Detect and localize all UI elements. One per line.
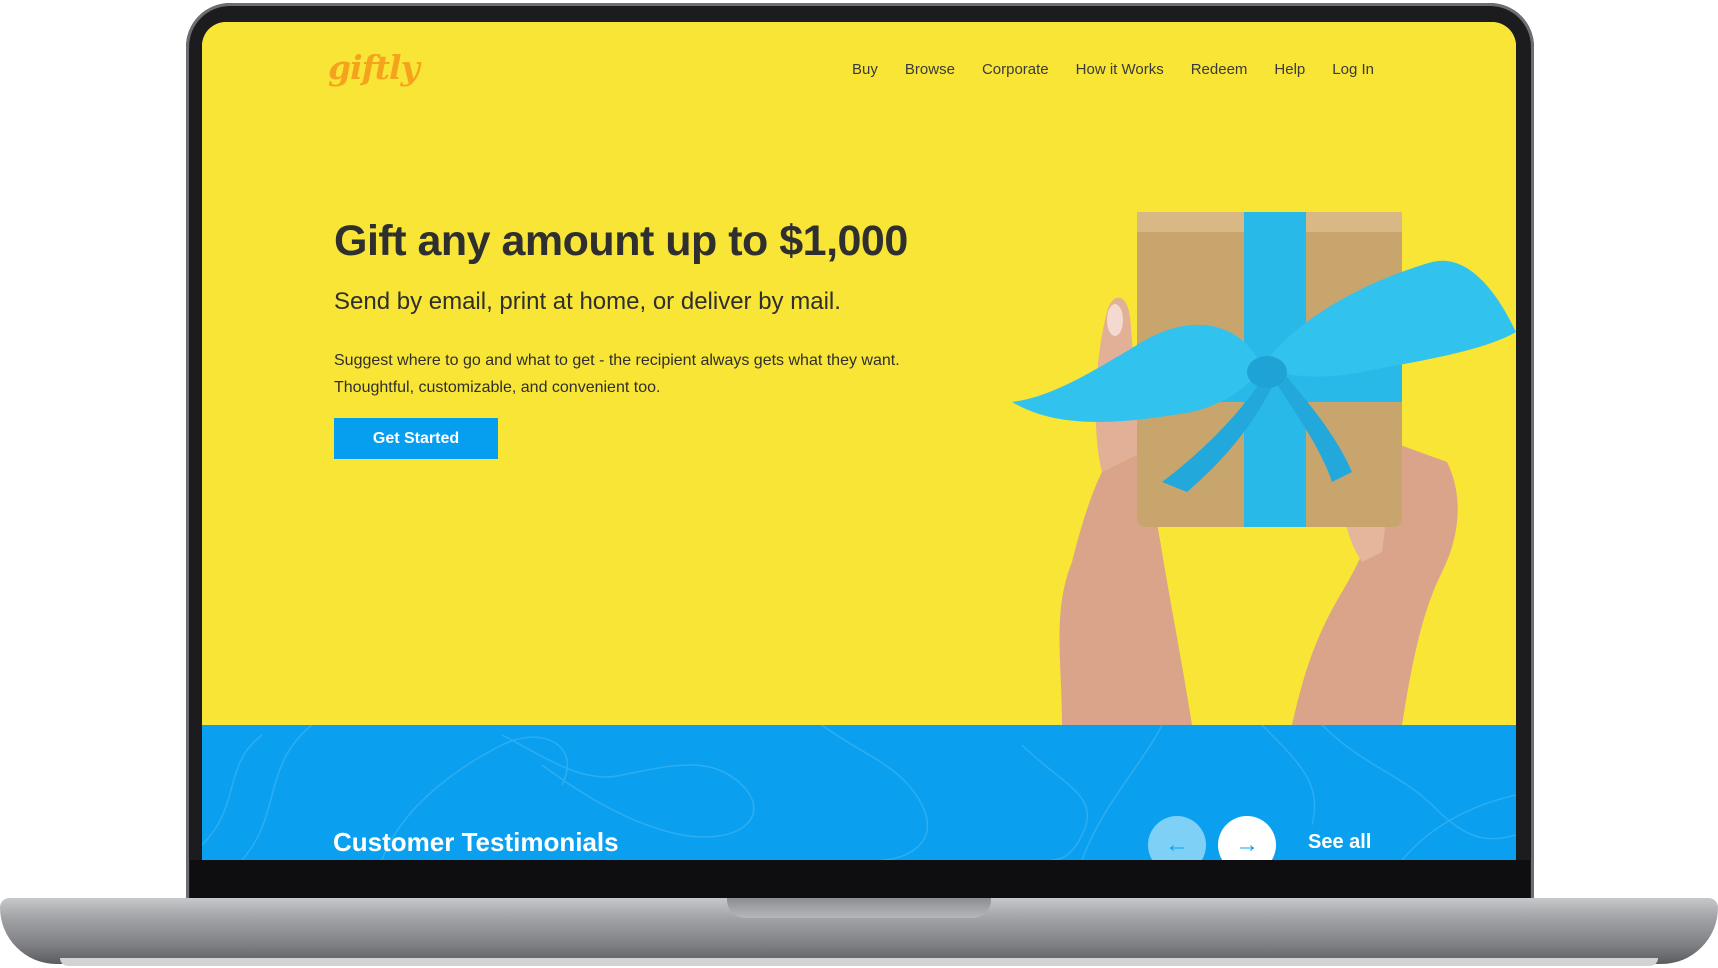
laptop-screen: giftly Buy Browse Corporate How it Works… (202, 22, 1516, 860)
laptop-base-shadow (60, 958, 1658, 966)
get-started-button[interactable]: Get Started (334, 418, 498, 459)
hero-description: Suggest where to go and what to get - th… (334, 347, 994, 401)
arrow-right-icon: → (1235, 831, 1259, 858)
hero-description-line-1: Suggest where to go and what to get - th… (334, 352, 900, 369)
laptop-bezel (190, 860, 1530, 902)
nav-corporate[interactable]: Corporate (982, 61, 1049, 78)
laptop-notch (727, 898, 991, 918)
hero-description-line-2: Thoughtful, customizable, and convenient… (334, 379, 661, 396)
nav-buy[interactable]: Buy (852, 61, 878, 78)
hero-section: giftly Buy Browse Corporate How it Works… (202, 22, 1516, 725)
hero-subheadline: Send by email, print at home, or deliver… (334, 288, 841, 315)
gift-box-hands-image (1012, 212, 1516, 725)
hero-headline: Gift any amount up to $1,000 (334, 217, 908, 265)
nav-how-it-works[interactable]: How it Works (1076, 61, 1164, 78)
nav-redeem[interactable]: Redeem (1191, 61, 1248, 78)
giftly-logo[interactable]: giftly (328, 48, 420, 87)
top-navigation: Buy Browse Corporate How it Works Redeem… (852, 61, 1374, 78)
nav-help[interactable]: Help (1274, 61, 1305, 78)
nav-log-in[interactable]: Log In (1332, 61, 1374, 78)
testimonials-section: Customer Testimonials ← → See all (202, 725, 1516, 860)
nav-browse[interactable]: Browse (905, 61, 955, 78)
see-all-link[interactable]: See all (1308, 831, 1371, 854)
arrow-left-icon: ← (1165, 831, 1189, 858)
testimonials-title: Customer Testimonials (333, 827, 619, 857)
